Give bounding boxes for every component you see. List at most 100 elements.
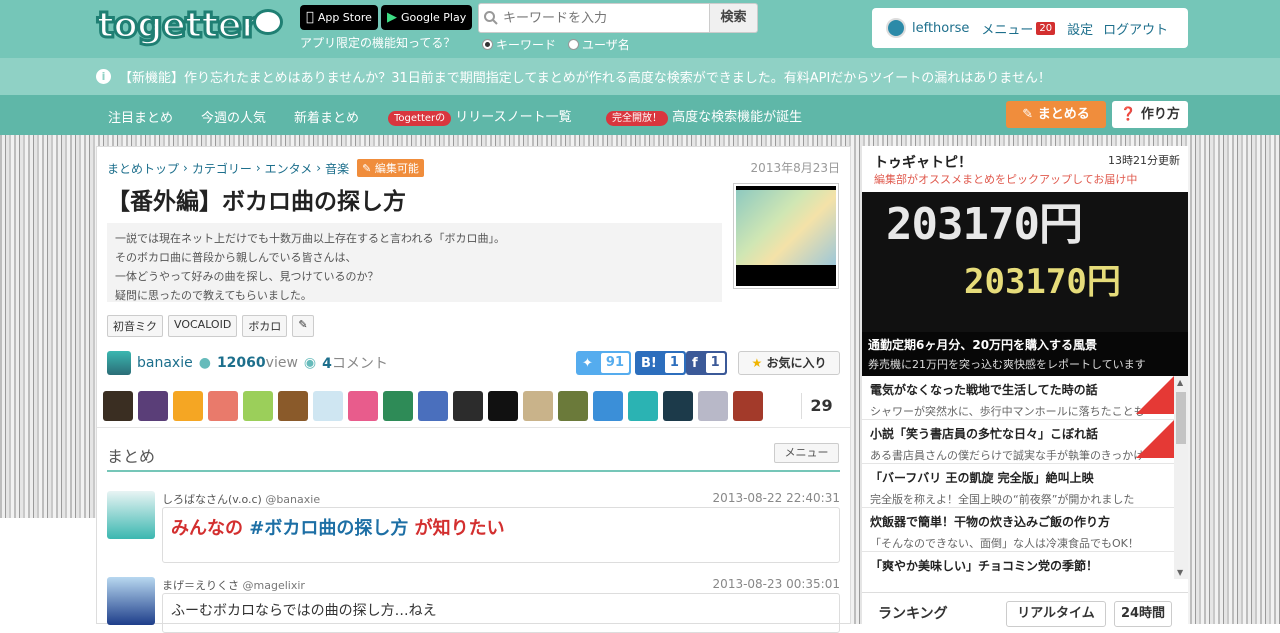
hatena-button[interactable]: B! 1 bbox=[635, 351, 686, 375]
breadcrumb-category[interactable]: カテゴリー bbox=[192, 160, 252, 177]
tweet-avatar[interactable] bbox=[107, 491, 155, 539]
hashtag-link[interactable]: #ボカロ曲の探し方 bbox=[249, 518, 408, 539]
user-avatar[interactable] bbox=[488, 391, 518, 421]
notice-bar[interactable]: i 【新機能】作り忘れたまとめはありませんか？31日前まで期間指定してまとめが作… bbox=[0, 58, 1280, 95]
user-avatar[interactable] bbox=[593, 391, 623, 421]
list-item[interactable]: 「爽やか美味しい」チョコミン党の季節！ bbox=[862, 552, 1174, 579]
nav-item-advanced-search[interactable]: 完全開放！ 高度な検索機能が誕生 bbox=[606, 106, 802, 126]
tag-item[interactable]: 初音ミク bbox=[107, 315, 163, 337]
user-avatar[interactable] bbox=[453, 391, 483, 421]
user-avatar[interactable] bbox=[138, 391, 168, 421]
user-avatar[interactable] bbox=[348, 391, 378, 421]
scroll-thumb[interactable] bbox=[1176, 392, 1186, 444]
help-icon: ❓ bbox=[1120, 107, 1137, 122]
breadcrumb-entame[interactable]: エンタメ bbox=[265, 160, 313, 177]
list-item[interactable]: 炊飯器で簡単！干物の炊き込みご飯の作り方 「そんなのできない、面倒」な人は冷凍食… bbox=[862, 508, 1174, 552]
list-item-title: 炊飯器で簡単！干物の炊き込みご飯の作り方 bbox=[870, 515, 1111, 529]
nav-item-weekly[interactable]: 今週の人気 bbox=[201, 107, 266, 126]
tweet-text: みんなの bbox=[171, 518, 243, 539]
article-thumbnail[interactable] bbox=[733, 183, 839, 289]
settings-link[interactable]: 設定 bbox=[1067, 19, 1093, 38]
editable-badge[interactable]: ✎ 編集可能 bbox=[357, 159, 424, 177]
user-avatar[interactable] bbox=[663, 391, 693, 421]
list-item[interactable]: 電気がなくなった戦地で生活してた時の話 シャワーが突然水に、歩行中マンホールに落… bbox=[862, 376, 1174, 420]
list-item[interactable]: 「バーフバリ 王の凱旋 完全版」絶叫上映 完全版を称えよ！全国上映の“前夜祭”が… bbox=[862, 464, 1174, 508]
togetter-pill: Togetterの bbox=[388, 111, 452, 126]
menu-link[interactable]: メニュー bbox=[981, 19, 1033, 38]
logout-link[interactable]: ログアウト bbox=[1103, 19, 1168, 38]
breadcrumb-top[interactable]: まとめトップ bbox=[107, 160, 179, 177]
user-avatar[interactable] bbox=[173, 391, 203, 421]
nav-item-release-notes[interactable]: Togetterの リリースノート一覧 bbox=[388, 106, 572, 126]
radio-keyword[interactable]: キーワード bbox=[482, 36, 556, 53]
up-badge: up bbox=[1114, 420, 1174, 458]
user-avatar[interactable] bbox=[523, 391, 553, 421]
tweet-button[interactable]: ✦ 91 bbox=[576, 351, 631, 375]
comment-label[interactable]: コメント bbox=[332, 356, 388, 372]
site-header: togetter  App Store ▶ Google Play アプリ限定… bbox=[0, 0, 1280, 58]
search-button[interactable]: 検索 bbox=[710, 3, 758, 33]
user-avatar[interactable] bbox=[383, 391, 413, 421]
username-link[interactable]: lefthorse bbox=[912, 21, 969, 36]
edit-tags-button[interactable]: ✎ bbox=[292, 315, 314, 337]
favorite-button[interactable]: ★ お気に入り bbox=[738, 351, 840, 375]
tab-24h[interactable]: 24時間 bbox=[1114, 601, 1172, 627]
user-avatar[interactable] bbox=[208, 391, 238, 421]
feature-image-text-2: 203170円 bbox=[964, 262, 1121, 302]
tweet-author-handle: @magelixir bbox=[242, 579, 305, 592]
featured-title: 通勤定期6ヶ月分、20万円を購入する風景 bbox=[868, 338, 1098, 352]
notification-badge[interactable]: 20 bbox=[1036, 21, 1056, 35]
user-avatar[interactable] bbox=[628, 391, 658, 421]
nav-item-new[interactable]: 新着まとめ bbox=[294, 107, 359, 126]
radio-username-dot bbox=[568, 39, 579, 50]
hatena-icon: B! bbox=[641, 355, 657, 371]
google-play-button[interactable]: ▶ Google Play bbox=[381, 5, 473, 30]
author-name[interactable]: banaxie bbox=[137, 355, 193, 371]
radio-username[interactable]: ユーザ名 bbox=[568, 36, 630, 53]
tweet-author-handle: @banaxie bbox=[265, 493, 321, 506]
tweet-author[interactable]: しろばなさん(v.o.c) @banaxie bbox=[162, 491, 320, 507]
user-avatar[interactable] bbox=[313, 391, 343, 421]
tweet-author-name: まげ＝えりくさ bbox=[162, 579, 239, 592]
featured-article[interactable]: 203170円 203170円 通勤定期6ヶ月分、20万円を購入する風景 券売機… bbox=[862, 192, 1188, 376]
user-avatar[interactable] bbox=[698, 391, 728, 421]
list-item[interactable]: 小説「笑う書店員の多忙な日々」こぼれ話 ある書店員さんの僕だらけで誠実な手が執筆… bbox=[862, 420, 1174, 464]
tweet-time[interactable]: 2013-08-23 00:35:01 bbox=[713, 577, 840, 591]
ranking-header: ランキング リアルタイム 24時間 bbox=[862, 592, 1188, 627]
user-avatar[interactable] bbox=[418, 391, 448, 421]
favorite-count[interactable]: 29 bbox=[801, 393, 841, 419]
tag-item[interactable]: VOCALOID bbox=[168, 315, 238, 337]
tab-realtime[interactable]: リアルタイム bbox=[1006, 601, 1106, 627]
tweet-time[interactable]: 2013-08-22 22:40:31 bbox=[713, 491, 840, 505]
breadcrumb-music[interactable]: 音楽 bbox=[325, 160, 349, 177]
sidebar: トゥギャトピ！ 編集部がオススメまとめをピックアップしてお届け中 13時21分更… bbox=[862, 146, 1188, 627]
facebook-button[interactable]: f 1 bbox=[686, 351, 727, 375]
author-avatar[interactable] bbox=[107, 351, 131, 375]
scroll-up-arrow[interactable]: ▲ bbox=[1177, 378, 1183, 387]
user-avatar[interactable] bbox=[103, 391, 133, 421]
description-line: 一説では現在ネット上だけでも十数万曲以上存在すると言われる「ボカロ曲」。 bbox=[115, 232, 505, 245]
tweet-body: ふーむボカロならではの曲の探し方…ねえ bbox=[162, 593, 840, 633]
app-feature-link[interactable]: アプリ限定の機能知ってる？ bbox=[300, 34, 455, 51]
page-title: 【番外編】ボカロ曲の探し方 bbox=[107, 189, 406, 215]
user-avatar[interactable] bbox=[733, 391, 763, 421]
favorited-users bbox=[103, 391, 763, 421]
scroll-down-arrow[interactable]: ▼ bbox=[1177, 568, 1183, 577]
tag-item[interactable]: ボカロ bbox=[242, 315, 288, 337]
create-matome-button[interactable]: ✎ まとめる bbox=[1006, 101, 1106, 128]
user-avatar[interactable] bbox=[886, 18, 906, 38]
section-menu-button[interactable]: メニュー bbox=[774, 443, 839, 463]
user-avatar[interactable] bbox=[558, 391, 588, 421]
scrollbar[interactable]: ▲ ▼ bbox=[1174, 376, 1188, 579]
howto-button[interactable]: ❓ 作り方 bbox=[1112, 101, 1188, 128]
user-avatar[interactable] bbox=[243, 391, 273, 421]
tweet-avatar[interactable] bbox=[107, 577, 155, 625]
app-store-button[interactable]:  App Store bbox=[300, 5, 378, 30]
breadcrumb-sep: › bbox=[183, 161, 188, 175]
tweet-author[interactable]: まげ＝えりくさ @magelixir bbox=[162, 577, 305, 593]
nav-item-featured[interactable]: 注目まとめ bbox=[108, 107, 173, 126]
list-item-title: 「爽やか美味しい」チョコミン党の季節！ bbox=[870, 559, 1099, 573]
togetter-logo[interactable]: togetter bbox=[96, 4, 287, 49]
search-input[interactable] bbox=[503, 10, 703, 26]
user-avatar[interactable] bbox=[278, 391, 308, 421]
